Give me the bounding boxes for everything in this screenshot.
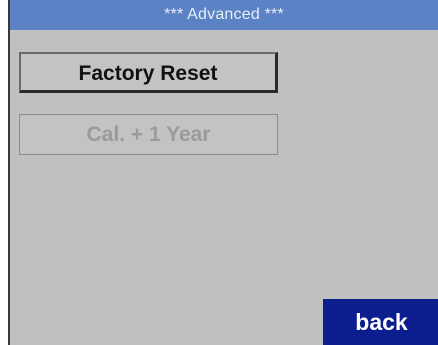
back-button[interactable]: back <box>323 299 438 345</box>
device-screen: *** Advanced *** Factory Reset Cal. + 1 … <box>8 0 438 345</box>
calibration-extend-button[interactable]: Cal. + 1 Year <box>19 114 278 155</box>
page-title: *** Advanced *** <box>10 0 438 30</box>
factory-reset-button[interactable]: Factory Reset <box>19 52 278 93</box>
